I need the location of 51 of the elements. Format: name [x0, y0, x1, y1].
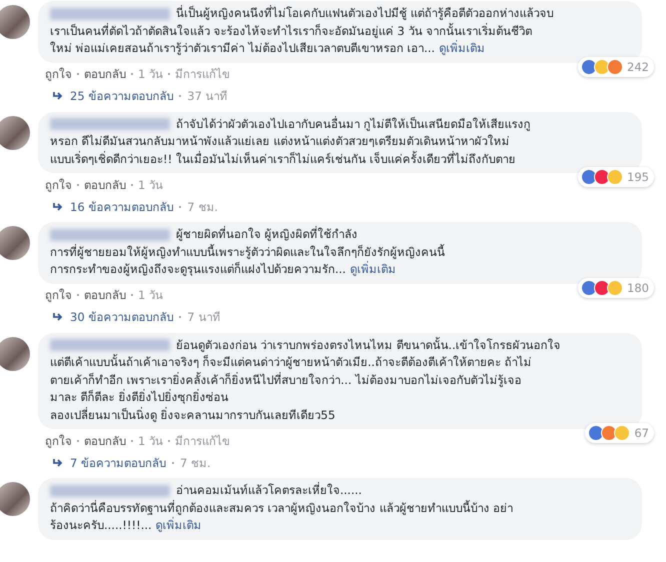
comment-text: การที่ผู้ชายยอมให้ผู้หญิงทำแบบนี้เพราะรู้ตัวว่าผิดและในใจลึกๆก็ยังรักผู้หญิงคนนี้: [50, 244, 446, 261]
reply-arrow-icon: [52, 312, 64, 322]
comment-text: ถ้าจับได้ว่าผัวตัวเองไปเอากับคนอื่นมา กูไม่ตีให้เป็นเสนียดมือให้เสียแรงกู: [50, 116, 630, 133]
reply-link[interactable]: ตอบกลับ: [84, 286, 126, 304]
comment-text: ผู้ชายผิดที่นอกใจ ผู้หญิงผิดที่ใช้กำลัง: [50, 226, 630, 244]
comment-text: หรอก ดีไม่ดีมันสวนกลับมาหน้าพังแล้วแย่เลย แต่งหน้าแต่งตัวสวยๆเตรียมตัวเดินหน้าหาผัวใหม่: [50, 133, 510, 150]
comment-text: ย้อนดูตัวเองก่อน ว่าเราบกพร่องตรงไหนไหม ตีขนาดนั้น..เข้าใจโกรธผัวนอกใจ: [50, 336, 630, 354]
reply-link[interactable]: ตอบกลับ: [84, 65, 126, 83]
comment-text: ลองเปลี่ยนมาเป็นนิ่งดู ยิ่งจะคลานมากราบกันเลยทีเดียว55: [50, 406, 336, 424]
comment-text: ตายเค้าก็ทำอีก เพราะเรายิ่งคลั้งเค้าก็ยิ่งหนีไปที่สบายใจกว่า... ไม่ต้องมาบอกไม่เจอกับตัวไม่รู้เจอ: [50, 372, 522, 389]
comment-time: 1 วัน: [138, 287, 163, 304]
comment-time: 1 วัน: [138, 66, 163, 83]
reply-arrow-icon: [52, 91, 64, 101]
replies-link[interactable]: 16 ข้อความตอบกลับ: [70, 198, 174, 216]
avatar[interactable]: [0, 482, 30, 516]
comment-time: 1 วัน: [138, 176, 163, 194]
like-link[interactable]: ถูกใจ: [45, 432, 72, 450]
comment-text: เราเป็นคนที่ตัดไวถ้าตัดสินใจแล้ว จะร้องไห้จะทำไรเราก็จะอัดมันอยู่แค่ 3 วัน จากนั้นเราเริ่มต้นชีวิต: [50, 22, 533, 40]
comment-text: นี่เป็นผู้หญิงคนนึงที่ไม่โอเคกับแฟนตัวเองไปมีชู้ แต่ถ้ารู้คือตีตัวออกห่างแล้วจบ: [50, 5, 630, 22]
see-more-link[interactable]: ดูเพิ่มเติม: [156, 518, 202, 532]
comment-text: อ่านคอมเม้นท์แล้วโคตรละเหี่ยใจ......: [50, 482, 630, 500]
comment-text: แบบเริ่ดๆเชิ่ดดีกว่าเยอะ!! ในเมื่อมันไม่เห็นค่าเราก็ไม่แคร์เช่นกัน เจ็บแค่ครั้งเดียวที่ไม่ถึงกับตาย: [50, 150, 517, 168]
reply-link[interactable]: ตอบกลับ: [84, 432, 126, 450]
like-link[interactable]: ถูกใจ: [45, 176, 72, 194]
replies-time: 7 นาที: [187, 309, 220, 326]
reply-link[interactable]: ตอบกลับ: [84, 176, 126, 194]
comment-text: การกระทำของผู้หญิงถึงจะดูรุนแรงแต่ก็แฝงไปด้วยความรัก... ดูเพิ่มเติม: [50, 261, 397, 278]
comment-text: แต่ตีเค้าแบบนั้นถ้าเค้าเอาจริงๆ ก็จะมีแต่คนด่าว่าผู้ชายหน้าตัวเมีย..ถ้าจะตีต้องตีเค้าให้ตายคะ ถ้าไม่: [50, 354, 533, 371]
avatar[interactable]: [0, 336, 30, 370]
replies-link[interactable]: 7 ข้อความตอบกลับ: [70, 454, 166, 472]
like-link[interactable]: ถูกใจ: [45, 286, 72, 304]
replies-time: 7 ชม.: [180, 454, 211, 472]
replies-link[interactable]: 30 ข้อความตอบกลับ: [70, 308, 174, 326]
avatar[interactable]: [0, 226, 30, 260]
replies-link[interactable]: 25 ข้อความตอบกลับ: [70, 87, 174, 105]
reply-arrow-icon: [52, 202, 64, 212]
replies-time: 7 ชม.: [187, 198, 218, 216]
see-more-link[interactable]: ดูเพิ่มเติม: [438, 41, 485, 55]
comment-time: 1 วัน: [138, 432, 163, 450]
comment-text: ร้องนะครับ.....!!!!... ดูเพิ่มเติม: [50, 517, 203, 534]
reply-arrow-icon: [52, 458, 64, 468]
see-more-link[interactable]: ดูเพิ่มเติม: [350, 262, 396, 276]
avatar[interactable]: [0, 5, 30, 39]
edited-label: มีการแก้ไข: [174, 66, 230, 83]
comment-text: ถ้าคิดว่านี่คือบรรทัดฐานที่ถูกต้องและสมควร เวลาผู้หญิงนอกใจบ้าง แล้วผู้ชายทำแบบนี้บ้าง อย่า: [50, 500, 514, 517]
comment-text: มาละ ตีก็ตีละ ยิ่งตียิ่งไปยิ่งซุกยิ่งซ่อน: [50, 389, 230, 406]
comment-text: ใหม่ พ่อแม่เคยสอนถ้าเรารู้ว่าตัวเรามีค่า ไม่ต้องไปเสียเวลาตบตีเขาหรอก เอา... ดูเพิ่มเติม: [50, 40, 486, 57]
edited-label: มีการแก้ไข: [174, 432, 230, 450]
avatar[interactable]: [0, 116, 30, 150]
replies-time: 37 นาที: [187, 88, 228, 105]
like-link[interactable]: ถูกใจ: [45, 65, 72, 83]
